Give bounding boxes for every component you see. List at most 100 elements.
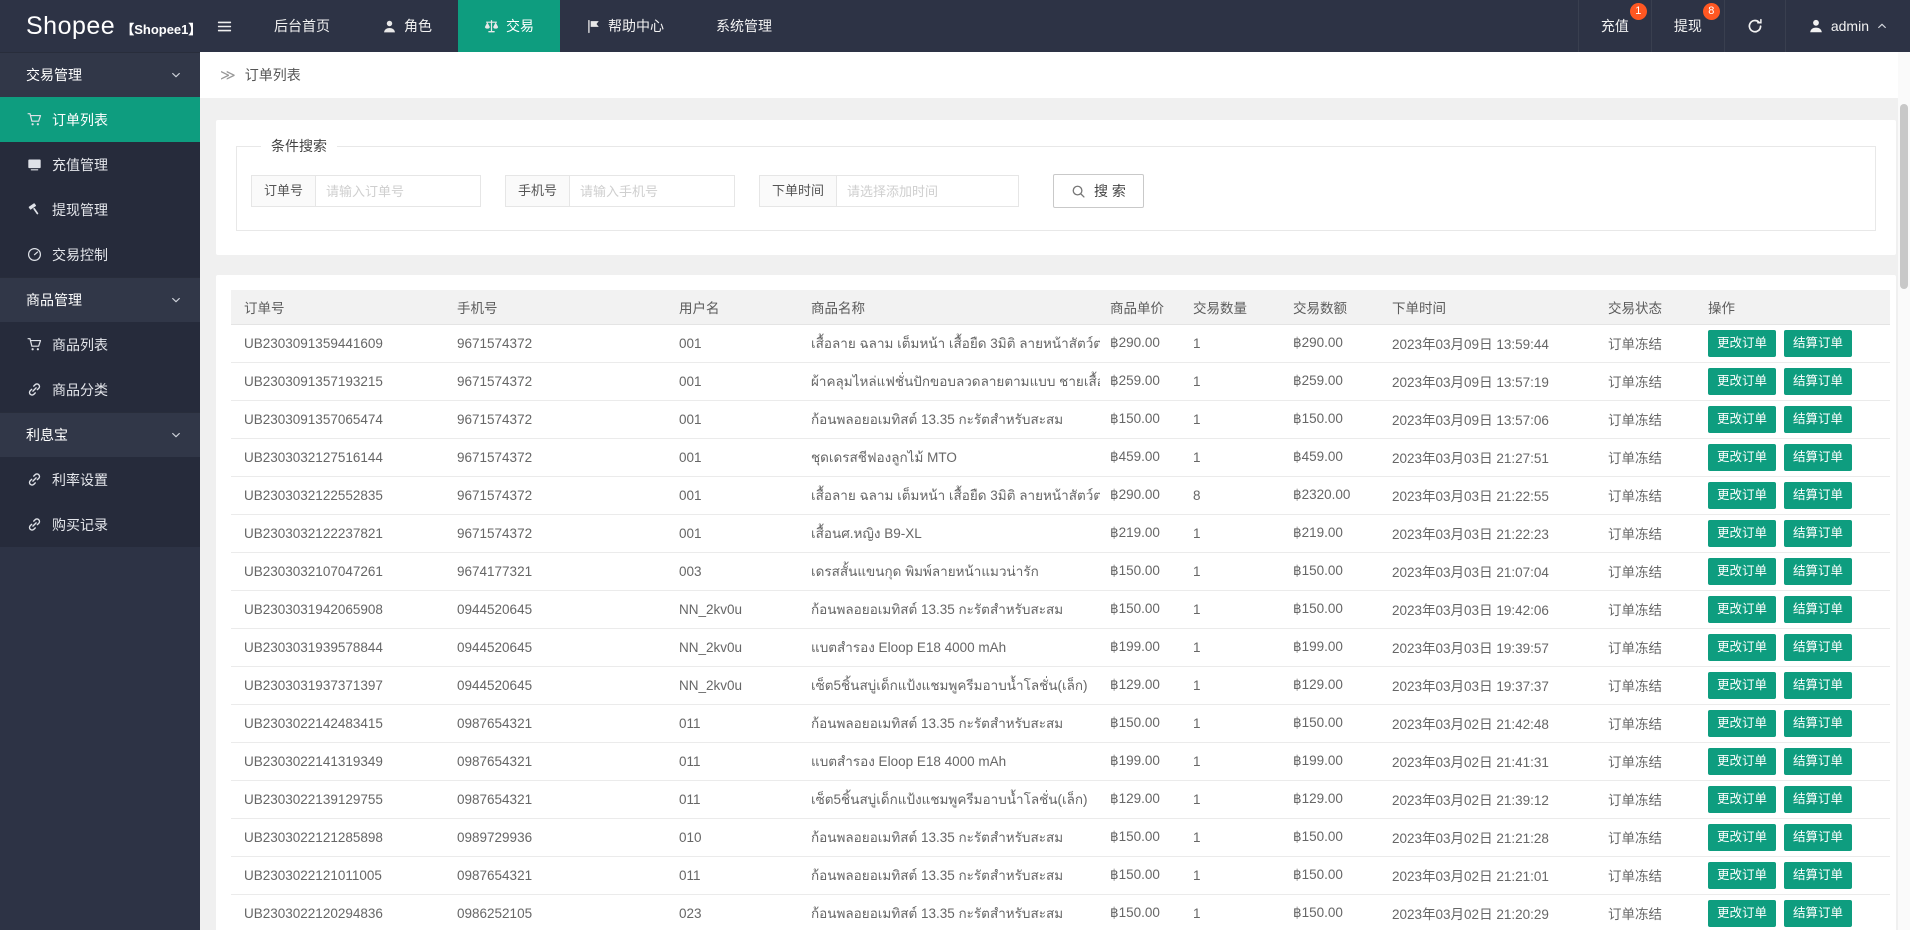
actions-cell: 更改订单 结算订单 (1698, 324, 1890, 363)
sidebar-item-product-category[interactable]: 商品分类 (0, 367, 200, 412)
order-no-input[interactable] (316, 175, 482, 207)
quantity-cell: 1 (1183, 362, 1283, 401)
update-order-button[interactable]: 更改订单 (1708, 709, 1777, 737)
sidebar-item-order-list[interactable]: 订单列表 (0, 97, 200, 142)
actions-cell: 更改订单 结算订单 (1698, 514, 1890, 553)
brand-suffix: 【Shopee1】 (121, 21, 202, 37)
scrollbar-thumb[interactable] (1900, 104, 1908, 289)
update-order-button[interactable]: 更改订单 (1708, 671, 1777, 699)
search-button[interactable]: 搜 索 (1053, 174, 1144, 208)
update-order-button[interactable]: 更改订单 (1708, 747, 1777, 775)
nav-item-help[interactable]: 帮助中心 (560, 0, 690, 52)
update-order-button[interactable]: 更改订单 (1708, 443, 1777, 471)
settle-order-button[interactable]: 结算订单 (1784, 747, 1853, 775)
amount-cell: ฿259.00 (1283, 362, 1382, 401)
update-order-button[interactable]: 更改订单 (1708, 329, 1777, 357)
update-order-button[interactable]: 更改订单 (1708, 633, 1777, 661)
sidebar-item-withdraw-mgmt[interactable]: 提现管理 (0, 187, 200, 232)
recharge-nav-item[interactable]: 充值 1 (1577, 0, 1651, 52)
settle-order-button[interactable]: 结算订单 (1784, 899, 1853, 927)
update-order-button[interactable]: 更改订单 (1708, 519, 1777, 547)
update-order-button[interactable]: 更改订单 (1708, 823, 1777, 851)
table-row: UB2303032122552835 9671574372 001 เสื้อลาย … (231, 476, 1890, 515)
nav-item-home[interactable]: 后台首页 (248, 0, 356, 52)
sidebar-toggle-button[interactable] (200, 0, 248, 52)
settle-order-button[interactable]: 结算订单 (1784, 861, 1853, 889)
refresh-button[interactable] (1723, 0, 1785, 52)
status-cell: 订单冻结 (1598, 362, 1698, 401)
settle-order-button[interactable]: 结算订单 (1784, 481, 1853, 509)
update-order-button[interactable]: 更改订单 (1708, 861, 1777, 889)
settle-order-button[interactable]: 结算订单 (1784, 557, 1853, 585)
sidebar-item-product-list[interactable]: 商品列表 (0, 322, 200, 367)
settle-order-button[interactable]: 结算订单 (1784, 519, 1853, 547)
actions-cell: 更改订单 结算订单 (1698, 476, 1890, 515)
settle-order-button[interactable]: 结算订单 (1784, 633, 1853, 661)
flag-icon (586, 19, 601, 34)
phone-cell: 9671574372 (447, 362, 669, 401)
settle-order-button[interactable]: 结算订单 (1784, 595, 1853, 623)
update-order-button[interactable]: 更改订单 (1708, 785, 1777, 813)
refresh-icon (1747, 18, 1763, 34)
update-order-button[interactable]: 更改订单 (1708, 367, 1777, 395)
table-row: UB2303031939578844 0944520645 NN_2kv0u แบตส… (231, 628, 1890, 667)
withdraw-nav-item[interactable]: 提现 8 (1650, 0, 1724, 52)
order-no-label: 订单号 (251, 175, 317, 207)
orders-table: 订单号 手机号 用户名 商品名称 商品单价 交易数量 交易数额 下单时间 交易状态 操作 UB23… (231, 290, 1890, 930)
settle-order-button[interactable]: 结算订单 (1784, 709, 1853, 737)
nav-item-label: 角色 (404, 18, 432, 34)
nav-item-system[interactable]: 系统管理 (690, 0, 798, 52)
phone-cell: 0989729936 (447, 818, 669, 857)
update-order-button[interactable]: 更改订单 (1708, 899, 1777, 927)
settle-order-button[interactable]: 结算订单 (1784, 405, 1853, 433)
settle-order-button[interactable]: 结算订单 (1784, 671, 1853, 699)
user-menu[interactable]: admin (1784, 0, 1910, 52)
status-cell: 订单冻结 (1598, 590, 1698, 629)
actions-cell: 更改订单 结算订单 (1698, 666, 1890, 705)
sidebar-group-trade-group[interactable]: 交易管理 (0, 52, 200, 97)
settle-order-button[interactable]: 结算订单 (1784, 443, 1853, 471)
update-order-button[interactable]: 更改订单 (1708, 481, 1777, 509)
settle-order-button[interactable]: 结算订单 (1784, 785, 1853, 813)
table-row: UB2303022139129755 0987654321 011 เซ็ต5ชิ้น… (231, 780, 1890, 819)
sidebar-group-interest-group[interactable]: 利息宝 (0, 412, 200, 457)
gauge-icon (27, 247, 42, 262)
unit-price-cell: ฿219.00 (1100, 514, 1183, 553)
order-time-input[interactable] (837, 175, 1020, 207)
breadcrumb-label: 订单列表 (244, 67, 301, 83)
phone-input[interactable] (570, 175, 736, 207)
update-order-button[interactable]: 更改订单 (1708, 595, 1777, 623)
vertical-scrollbar[interactable] (1898, 52, 1910, 930)
nav-item-role[interactable]: 角色 (356, 0, 458, 52)
amount-cell: ฿150.00 (1283, 590, 1382, 629)
search-legend: 条件搜索 (271, 138, 327, 154)
sidebar-group-product-group[interactable]: 商品管理 (0, 277, 200, 322)
settle-order-button[interactable]: 结算订单 (1784, 367, 1853, 395)
breadcrumb: ≫ 订单列表 (200, 52, 1910, 98)
top-navbar: Shopee 【Shopee1】 后台首页 角色 交易 帮助中心 系统管理 充值 1 提… (0, 0, 1910, 52)
actions-cell: 更改订单 结算订单 (1698, 628, 1890, 667)
settle-order-button[interactable]: 结算订单 (1784, 329, 1853, 357)
sidebar-group-label: 交易管理 (26, 67, 82, 83)
sidebar-item-trade-control[interactable]: 交易控制 (0, 232, 200, 277)
order-time-label: 下单时间 (759, 175, 838, 207)
quantity-cell: 1 (1183, 818, 1283, 857)
update-order-button[interactable]: 更改订单 (1708, 405, 1777, 433)
sidebar-item-purchase-records[interactable]: 购买记录 (0, 502, 200, 547)
col-header-6: 交易数额 (1283, 290, 1382, 325)
amount-cell: ฿199.00 (1283, 628, 1382, 667)
brand-logo[interactable]: Shopee 【Shopee1】 (0, 0, 202, 52)
sidebar-item-rate-settings[interactable]: 利率设置 (0, 457, 200, 502)
status-cell: 订单冻结 (1598, 628, 1698, 667)
sidebar-item-label: 利率设置 (52, 471, 108, 488)
quantity-cell: 1 (1183, 894, 1283, 930)
update-order-button[interactable]: 更改订单 (1708, 557, 1777, 585)
time-cell: 2023年03月02日 21:39:12 (1382, 780, 1598, 819)
sidebar-item-recharge-mgmt[interactable]: 充值管理 (0, 142, 200, 187)
nav-item-trade[interactable]: 交易 (458, 0, 560, 52)
search-field-phone: 手机号 (505, 175, 736, 207)
product-cell: แบตสำรอง Eloop E18 4000 mAh (801, 742, 1100, 781)
order-no-cell: UB2303091357193215 (231, 362, 447, 401)
unit-price-cell: ฿129.00 (1100, 666, 1183, 705)
settle-order-button[interactable]: 结算订单 (1784, 823, 1853, 851)
